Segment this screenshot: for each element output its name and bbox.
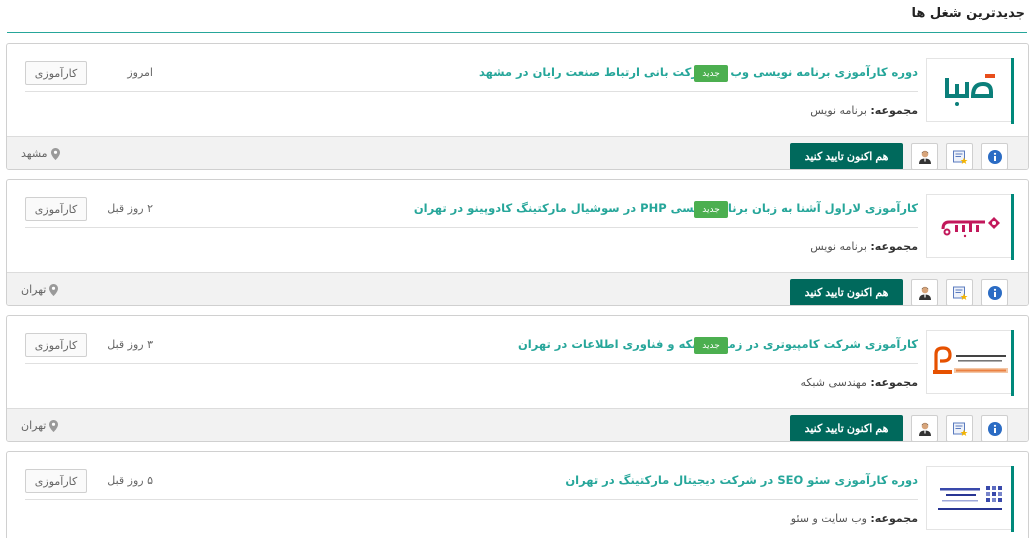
page-title: جدیدترین شغل ها bbox=[911, 6, 1026, 21]
job-card-footer: هم اکنون تایید کنید مشهد bbox=[7, 136, 1028, 169]
card-divider bbox=[25, 363, 918, 364]
save-note-button[interactable] bbox=[946, 279, 973, 305]
map-pin-icon bbox=[50, 147, 60, 160]
rayan-pardaz-logo-icon bbox=[933, 346, 1008, 374]
new-badge: جدید bbox=[694, 201, 728, 218]
job-type-badge: کارآموزی bbox=[25, 333, 87, 357]
info-icon bbox=[987, 149, 1002, 164]
job-category: مجموعه: برنامه نویس bbox=[810, 240, 918, 253]
info-button[interactable] bbox=[981, 143, 1008, 169]
location-text: تهران bbox=[21, 283, 47, 296]
category-value: برنامه نویس bbox=[810, 240, 867, 253]
job-date: ۵ روز قبل bbox=[107, 474, 153, 487]
company-logo[interactable] bbox=[926, 194, 1014, 260]
job-card: دوره کارآموزی برنامه نویسی وب در شرکت با… bbox=[6, 43, 1029, 170]
job-title[interactable]: دوره کارآموزی سئو SEO در شرکت دیجیتال ما… bbox=[565, 473, 918, 487]
info-icon bbox=[987, 285, 1002, 300]
note-star-icon bbox=[952, 286, 967, 300]
header-divider bbox=[7, 32, 1027, 33]
new-badge: جدید bbox=[694, 337, 728, 354]
job-category: مجموعه: مهندسی شبکه bbox=[800, 376, 918, 389]
category-label: مجموعه: bbox=[870, 104, 918, 117]
apply-button[interactable]: هم اکنون تایید کنید bbox=[790, 415, 903, 441]
job-card-footer: هم اکنون تایید کنید تهران bbox=[7, 272, 1028, 305]
kadoopino-logo-icon bbox=[941, 217, 1000, 238]
digital-marketing-logo-icon bbox=[938, 486, 1002, 510]
note-star-icon bbox=[952, 150, 967, 164]
location-text: تهران bbox=[21, 419, 47, 432]
job-location: تهران bbox=[21, 283, 59, 296]
apply-button[interactable]: هم اکنون تایید کنید bbox=[790, 279, 903, 305]
category-value: وب سایت و سئو bbox=[790, 512, 867, 525]
save-note-button[interactable] bbox=[946, 143, 973, 169]
job-category: مجموعه: برنامه نویس bbox=[810, 104, 918, 117]
job-title[interactable]: کارآموزی لاراول آشنا به زبان برنامه نویس… bbox=[414, 201, 918, 215]
job-type-badge: کارآموزی bbox=[25, 61, 87, 85]
basamar-logo-icon bbox=[945, 74, 995, 106]
apply-button[interactable]: هم اکنون تایید کنید bbox=[790, 143, 903, 169]
employer-profile-button[interactable] bbox=[911, 279, 938, 305]
user-icon bbox=[918, 286, 931, 300]
company-logo[interactable] bbox=[926, 330, 1014, 396]
job-card-body: دوره کارآموزی سئو SEO در شرکت دیجیتال ما… bbox=[7, 452, 1028, 538]
job-card-body: دوره کارآموزی برنامه نویسی وب در شرکت با… bbox=[7, 44, 1028, 136]
job-type-badge: کارآموزی bbox=[25, 469, 87, 493]
info-button[interactable] bbox=[981, 415, 1008, 441]
user-icon bbox=[918, 422, 931, 436]
card-divider bbox=[25, 227, 918, 228]
info-button[interactable] bbox=[981, 279, 1008, 305]
category-value: برنامه نویس bbox=[810, 104, 867, 117]
card-divider bbox=[25, 499, 918, 500]
info-icon bbox=[987, 421, 1002, 436]
job-date: ۳ روز قبل bbox=[107, 338, 153, 351]
job-location: تهران bbox=[21, 419, 59, 432]
note-star-icon bbox=[952, 422, 967, 436]
user-icon bbox=[918, 150, 931, 164]
category-value: مهندسی شبکه bbox=[800, 376, 867, 389]
job-date: ۲ روز قبل bbox=[107, 202, 153, 215]
employer-profile-button[interactable] bbox=[911, 415, 938, 441]
save-note-button[interactable] bbox=[946, 415, 973, 441]
new-badge: جدید bbox=[694, 65, 728, 82]
employer-profile-button[interactable] bbox=[911, 143, 938, 169]
job-type-badge: کارآموزی bbox=[25, 197, 87, 221]
map-pin-icon bbox=[49, 283, 59, 296]
job-card: دوره کارآموزی سئو SEO در شرکت دیجیتال ما… bbox=[6, 451, 1029, 538]
map-pin-icon bbox=[49, 419, 59, 432]
card-divider bbox=[25, 91, 918, 92]
category-label: مجموعه: bbox=[870, 512, 918, 525]
job-card: کارآموزی لاراول آشنا به زبان برنامه نویس… bbox=[6, 179, 1029, 306]
job-category: مجموعه: وب سایت و سئو bbox=[791, 512, 918, 525]
job-date: امروز bbox=[127, 66, 153, 79]
job-card-body: کارآموزی شرکت کامپیوتری در زمینه شبکه و … bbox=[7, 316, 1028, 408]
location-text: مشهد bbox=[21, 147, 48, 160]
category-label: مجموعه: bbox=[870, 376, 918, 389]
company-logo[interactable] bbox=[926, 58, 1014, 124]
section-header: جدیدترین شغل ها bbox=[0, 0, 1035, 34]
company-logo[interactable] bbox=[926, 466, 1014, 532]
job-card: کارآموزی شرکت کامپیوتری در زمینه شبکه و … bbox=[6, 315, 1029, 442]
job-card-body: کارآموزی لاراول آشنا به زبان برنامه نویس… bbox=[7, 180, 1028, 272]
job-location: مشهد bbox=[21, 147, 60, 160]
job-card-footer: هم اکنون تایید کنید تهران bbox=[7, 408, 1028, 441]
category-label: مجموعه: bbox=[870, 240, 918, 253]
